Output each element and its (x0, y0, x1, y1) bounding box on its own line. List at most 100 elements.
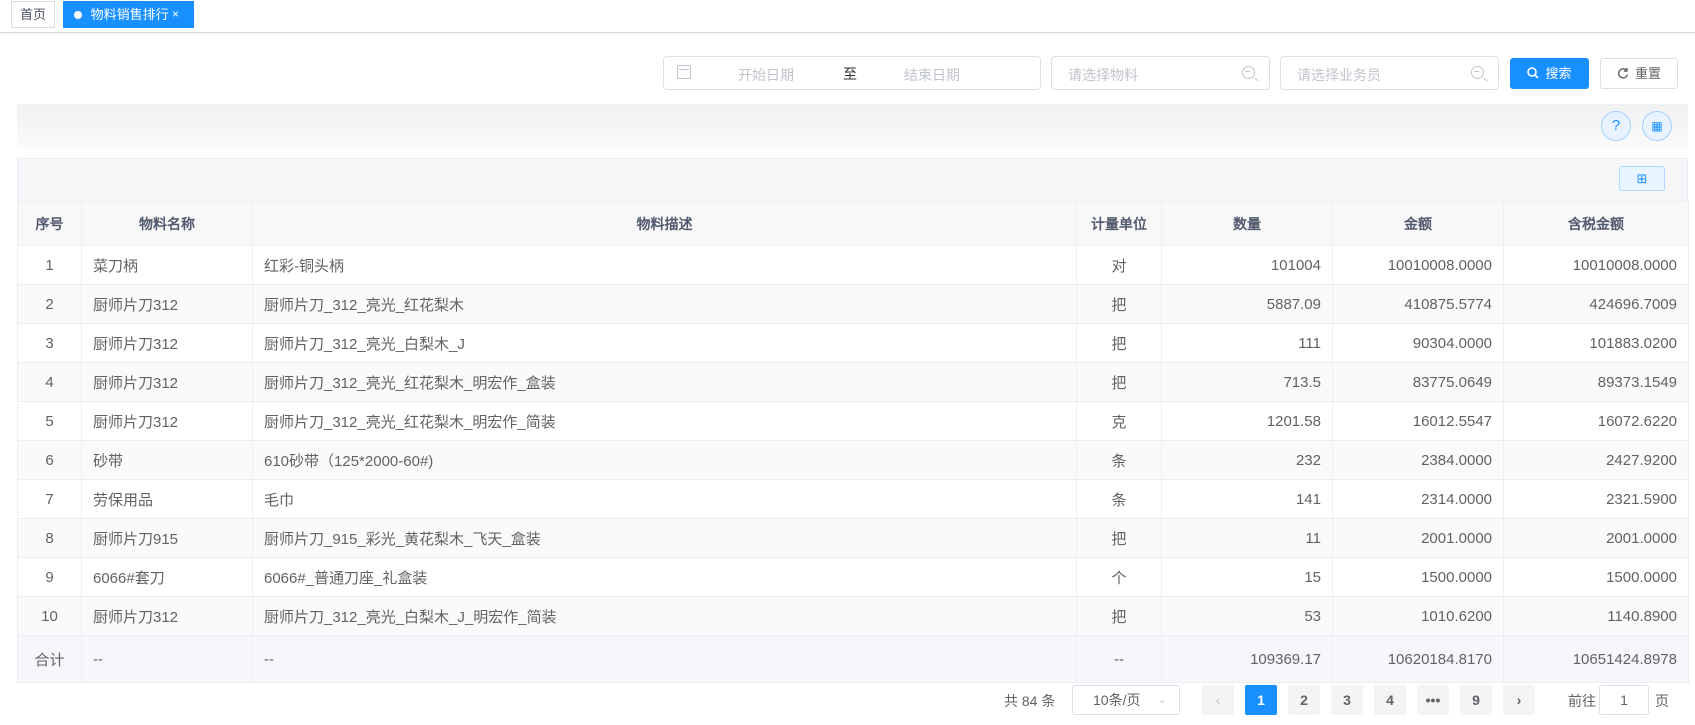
search-button-label: 搜索 (1545, 66, 1572, 81)
cell-quantity: 53 (1161, 596, 1333, 636)
cell-quantity: 141 (1161, 479, 1333, 519)
cell-material-name: 菜刀柄 (81, 245, 253, 285)
cell-amount: 83775.0649 (1332, 362, 1504, 402)
refresh-icon (1617, 68, 1629, 79)
cell-amount: 10010008.0000 (1332, 245, 1504, 285)
cell-unit: 克 (1076, 401, 1162, 441)
search-icon (1527, 67, 1540, 79)
cell-index: 3 (17, 323, 82, 363)
cell-unit: 条 (1076, 479, 1162, 519)
cell-material-desc: 厨师片刀_312_亮光_红花梨木_明宏作_盒装 (252, 362, 1077, 402)
table-row[interactable]: 4 厨师片刀312 厨师片刀_312_亮光_红花梨木_明宏作_盒装 把 713.… (17, 362, 1689, 402)
page-button-4[interactable]: 4 (1374, 685, 1406, 715)
qr-code-icon[interactable]: ▦ (1642, 111, 1672, 141)
cell-unit: 把 (1076, 284, 1162, 324)
cell-tax-amount: 1140.8900 (1503, 596, 1689, 636)
cell-quantity: 101004 (1161, 245, 1333, 285)
close-icon[interactable]: × (172, 2, 179, 27)
reset-button-label: 重置 (1634, 66, 1661, 81)
column-header-index[interactable]: 序号 (17, 201, 82, 246)
search-icon[interactable] (1471, 66, 1484, 79)
reset-button[interactable]: 重置 (1600, 58, 1678, 89)
cell-index: 8 (17, 518, 82, 558)
page-suffix-label: 页 (1655, 693, 1669, 709)
salesman-placeholder: 请选择业务员 (1297, 67, 1381, 83)
tags-view-bar: 首页 物料销售排行 × (0, 0, 1695, 33)
column-header-quantity[interactable]: 数量 (1161, 201, 1333, 246)
table-row[interactable]: 6 砂带 610砂带（125*2000-60#) 条 232 2384.0000… (17, 440, 1689, 480)
cell-quantity: 11 (1161, 518, 1333, 558)
table-row[interactable]: 9 6066#套刀 6066#_普通刀座_礼盒装 个 15 1500.0000 … (17, 557, 1689, 597)
cell-material-desc: 6066#_普通刀座_礼盒装 (252, 557, 1077, 597)
page-button-1[interactable]: 1 (1245, 685, 1277, 715)
tag-label: 物料销售排行 (90, 7, 169, 22)
salesman-select[interactable]: 请选择业务员 (1280, 56, 1499, 90)
calendar-icon (677, 65, 691, 79)
table-row[interactable]: 8 厨师片刀915 厨师片刀_915_彩光_黄花梨木_飞天_盒装 把 11 20… (17, 518, 1689, 558)
tag-home[interactable]: 首页 (11, 1, 55, 28)
date-range-picker[interactable]: 开始日期 至 结束日期 (663, 56, 1041, 90)
table-summary-row: 合计 -- -- -- 109369.17 10620184.8170 1065… (17, 635, 1689, 683)
table-toolbar (17, 158, 1688, 201)
more-pages-button[interactable]: ••• (1417, 685, 1449, 715)
cell-material-name: 厨师片刀915 (81, 518, 253, 558)
cell-material-name: 砂带 (81, 440, 253, 480)
cell-amount: 1500.0000 (1332, 557, 1504, 597)
goto-page-input[interactable]: 1 (1599, 685, 1649, 715)
table-row[interactable]: 2 厨师片刀312 厨师片刀_312_亮光_红花梨木 把 5887.09 410… (17, 284, 1689, 324)
prev-page-button[interactable]: ‹ (1202, 685, 1234, 715)
table-row[interactable]: 10 厨师片刀312 厨师片刀_312_亮光_白梨木_J_明宏作_简装 把 53… (17, 596, 1689, 636)
cell-tax-amount: 10010008.0000 (1503, 245, 1689, 285)
cell-tax-amount: 1500.0000 (1503, 557, 1689, 597)
cell-material-desc: 毛巾 (252, 479, 1077, 519)
column-header-unit[interactable]: 计量单位 (1076, 201, 1162, 246)
cell-tax-amount: 101883.0200 (1503, 323, 1689, 363)
range-separator: 至 (843, 66, 857, 82)
column-header-material-name[interactable]: 物料名称 (81, 201, 253, 246)
cell-index: 5 (17, 401, 82, 441)
end-date-input[interactable]: 结束日期 (904, 65, 960, 85)
pagination-total: 共 84 条 (1004, 693, 1056, 709)
table-row[interactable]: 1 菜刀柄 红彩-铜头柄 对 101004 10010008.0000 1001… (17, 245, 1689, 285)
page-button-2[interactable]: 2 (1288, 685, 1320, 715)
next-page-button[interactable]: › (1503, 685, 1535, 715)
cell-material-name: 厨师片刀312 (81, 596, 253, 636)
cell-index: 10 (17, 596, 82, 636)
cell-material-name: 6066#套刀 (81, 557, 253, 597)
summary-tax-amount: 10651424.8978 (1503, 635, 1689, 683)
search-button[interactable]: 搜索 (1510, 58, 1589, 89)
column-settings-icon[interactable]: ⊞ (1619, 166, 1665, 191)
summary-unit: -- (1076, 635, 1162, 683)
tag-material-sales-ranking[interactable]: 物料销售排行 × (63, 1, 194, 28)
cell-material-name: 厨师片刀312 (81, 284, 253, 324)
cell-index: 2 (17, 284, 82, 324)
page-button-3[interactable]: 3 (1331, 685, 1363, 715)
help-icon[interactable]: ? (1601, 111, 1631, 141)
cell-amount: 2384.0000 (1332, 440, 1504, 480)
active-dot-icon (74, 10, 82, 19)
cell-index: 4 (17, 362, 82, 402)
cell-tax-amount: 2001.0000 (1503, 518, 1689, 558)
page-button-9[interactable]: 9 (1460, 685, 1492, 715)
summary-material-desc: -- (252, 635, 1077, 683)
table-row[interactable]: 5 厨师片刀312 厨师片刀_312_亮光_红花梨木_明宏作_简装 克 1201… (17, 401, 1689, 441)
material-select[interactable]: 请选择物料 (1051, 56, 1270, 90)
summary-label: 合计 (17, 635, 82, 683)
column-header-amount[interactable]: 金额 (1332, 201, 1504, 246)
cell-material-desc: 610砂带（125*2000-60#) (252, 440, 1077, 480)
cell-material-desc: 厨师片刀_312_亮光_红花梨木 (252, 284, 1077, 324)
table-row[interactable]: 3 厨师片刀312 厨师片刀_312_亮光_白梨木_J 把 111 90304.… (17, 323, 1689, 363)
cell-unit: 把 (1076, 596, 1162, 636)
column-header-tax-amount[interactable]: 含税金额 (1503, 201, 1689, 246)
cell-quantity: 713.5 (1161, 362, 1333, 402)
table-row[interactable]: 7 劳保用品 毛巾 条 141 2314.0000 2321.5900 (17, 479, 1689, 519)
summary-quantity: 109369.17 (1161, 635, 1333, 683)
start-date-input[interactable]: 开始日期 (738, 65, 794, 85)
search-icon[interactable] (1242, 66, 1255, 79)
cell-amount: 410875.5774 (1332, 284, 1504, 324)
column-header-material-desc[interactable]: 物料描述 (252, 201, 1077, 246)
summary-amount: 10620184.8170 (1332, 635, 1504, 683)
cell-amount: 1010.6200 (1332, 596, 1504, 636)
cell-amount: 90304.0000 (1332, 323, 1504, 363)
page-size-select[interactable]: 10条/页 ⌄ (1072, 685, 1180, 715)
